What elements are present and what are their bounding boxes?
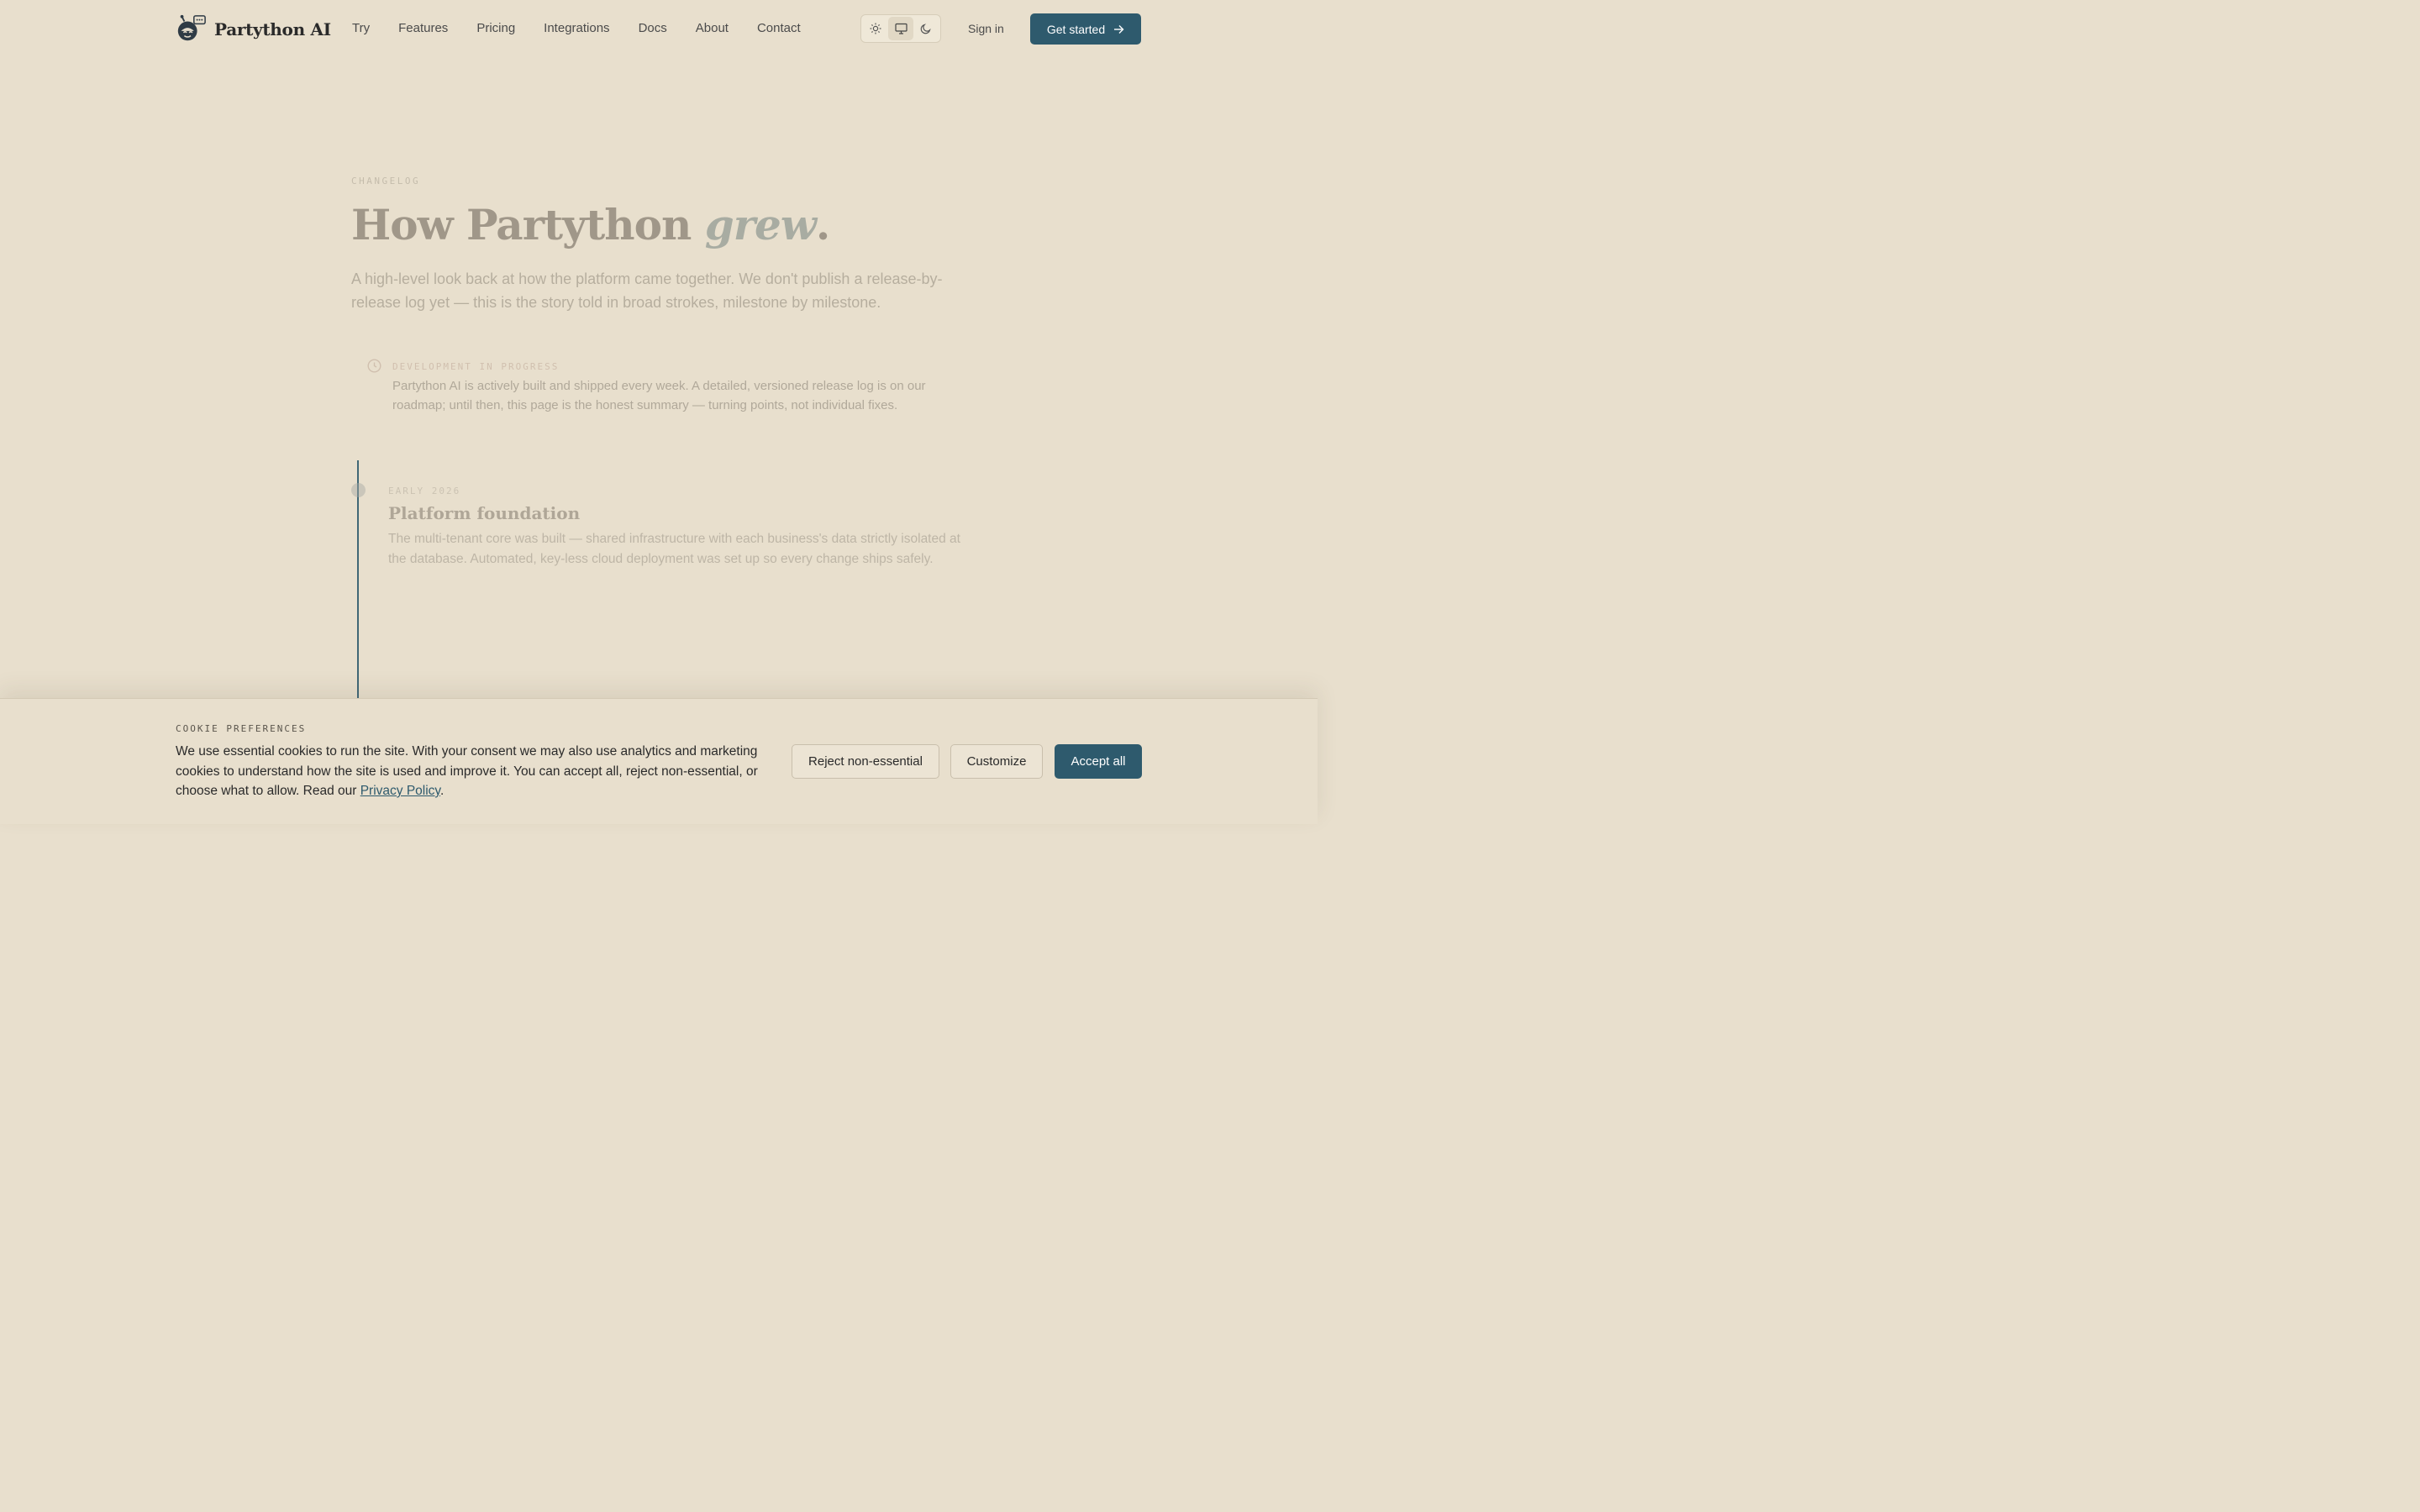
clock-icon: [367, 359, 381, 373]
privacy-policy-link[interactable]: Privacy Policy: [360, 784, 440, 798]
nav-pricing[interactable]: Pricing: [476, 21, 515, 35]
page-subtitle: A high-level look back at how the platfo…: [351, 270, 943, 311]
cookie-text: We use essential cookies to run the site…: [176, 742, 768, 801]
nav-docs[interactable]: Docs: [639, 21, 667, 35]
timeline-dot: [351, 483, 366, 497]
timeline-title: Platform foundation: [388, 503, 581, 523]
cookie-banner: COOKIE PREFERENCES We use essential cook…: [0, 698, 1318, 824]
nav-contact[interactable]: Contact: [757, 21, 801, 35]
robot-logo-icon: [177, 14, 206, 41]
accept-all-button[interactable]: Accept all: [1055, 744, 1142, 779]
monitor-icon: [894, 23, 908, 34]
timeline-text: The multi-tenant core was built — shared…: [388, 532, 960, 566]
title-period: .: [815, 200, 830, 249]
notice-label: DEVELOPMENT IN PROGRESS: [392, 361, 560, 372]
sun-icon: [870, 23, 881, 34]
theme-light-button[interactable]: [863, 17, 888, 40]
brand-name: Partython AI: [214, 19, 331, 39]
get-started-label: Get started: [1046, 22, 1106, 36]
nav-about[interactable]: About: [696, 21, 729, 35]
cookie-text-body: We use essential cookies to run the site…: [176, 744, 758, 798]
customize-button[interactable]: Customize: [950, 744, 1043, 779]
changelog-eyebrow: CHANGELOG: [351, 176, 421, 186]
arrow-right-icon: [1114, 24, 1124, 34]
brand-logo[interactable]: Partython AI: [175, 13, 331, 45]
cookie-text-end: .: [440, 784, 445, 798]
reject-non-essential-button[interactable]: Reject non-essential: [792, 744, 939, 779]
title-emphasis: grew: [704, 200, 817, 249]
sign-in-link[interactable]: Sign in: [968, 22, 1004, 35]
timeline-date: EARLY 2026: [388, 486, 461, 496]
main-nav: Try Features Pricing Integrations Docs A…: [352, 21, 829, 35]
get-started-button[interactable]: Get started: [1030, 13, 1141, 45]
cookie-label: COOKIE PREFERENCES: [176, 723, 307, 734]
page-title: How Partython grew.: [351, 200, 830, 249]
title-main: How Partython: [351, 200, 705, 249]
moon-icon: [920, 24, 931, 34]
site-header: Partython AI Try Features Pricing Integr…: [0, 0, 1318, 59]
nav-try[interactable]: Try: [352, 21, 370, 35]
nav-integrations[interactable]: Integrations: [544, 21, 609, 35]
nav-features[interactable]: Features: [398, 21, 448, 35]
notice-text: Partython AI is actively built and shipp…: [392, 379, 926, 412]
theme-dark-button[interactable]: [913, 17, 939, 40]
theme-switcher: [860, 14, 941, 43]
theme-system-button[interactable]: [888, 17, 913, 40]
